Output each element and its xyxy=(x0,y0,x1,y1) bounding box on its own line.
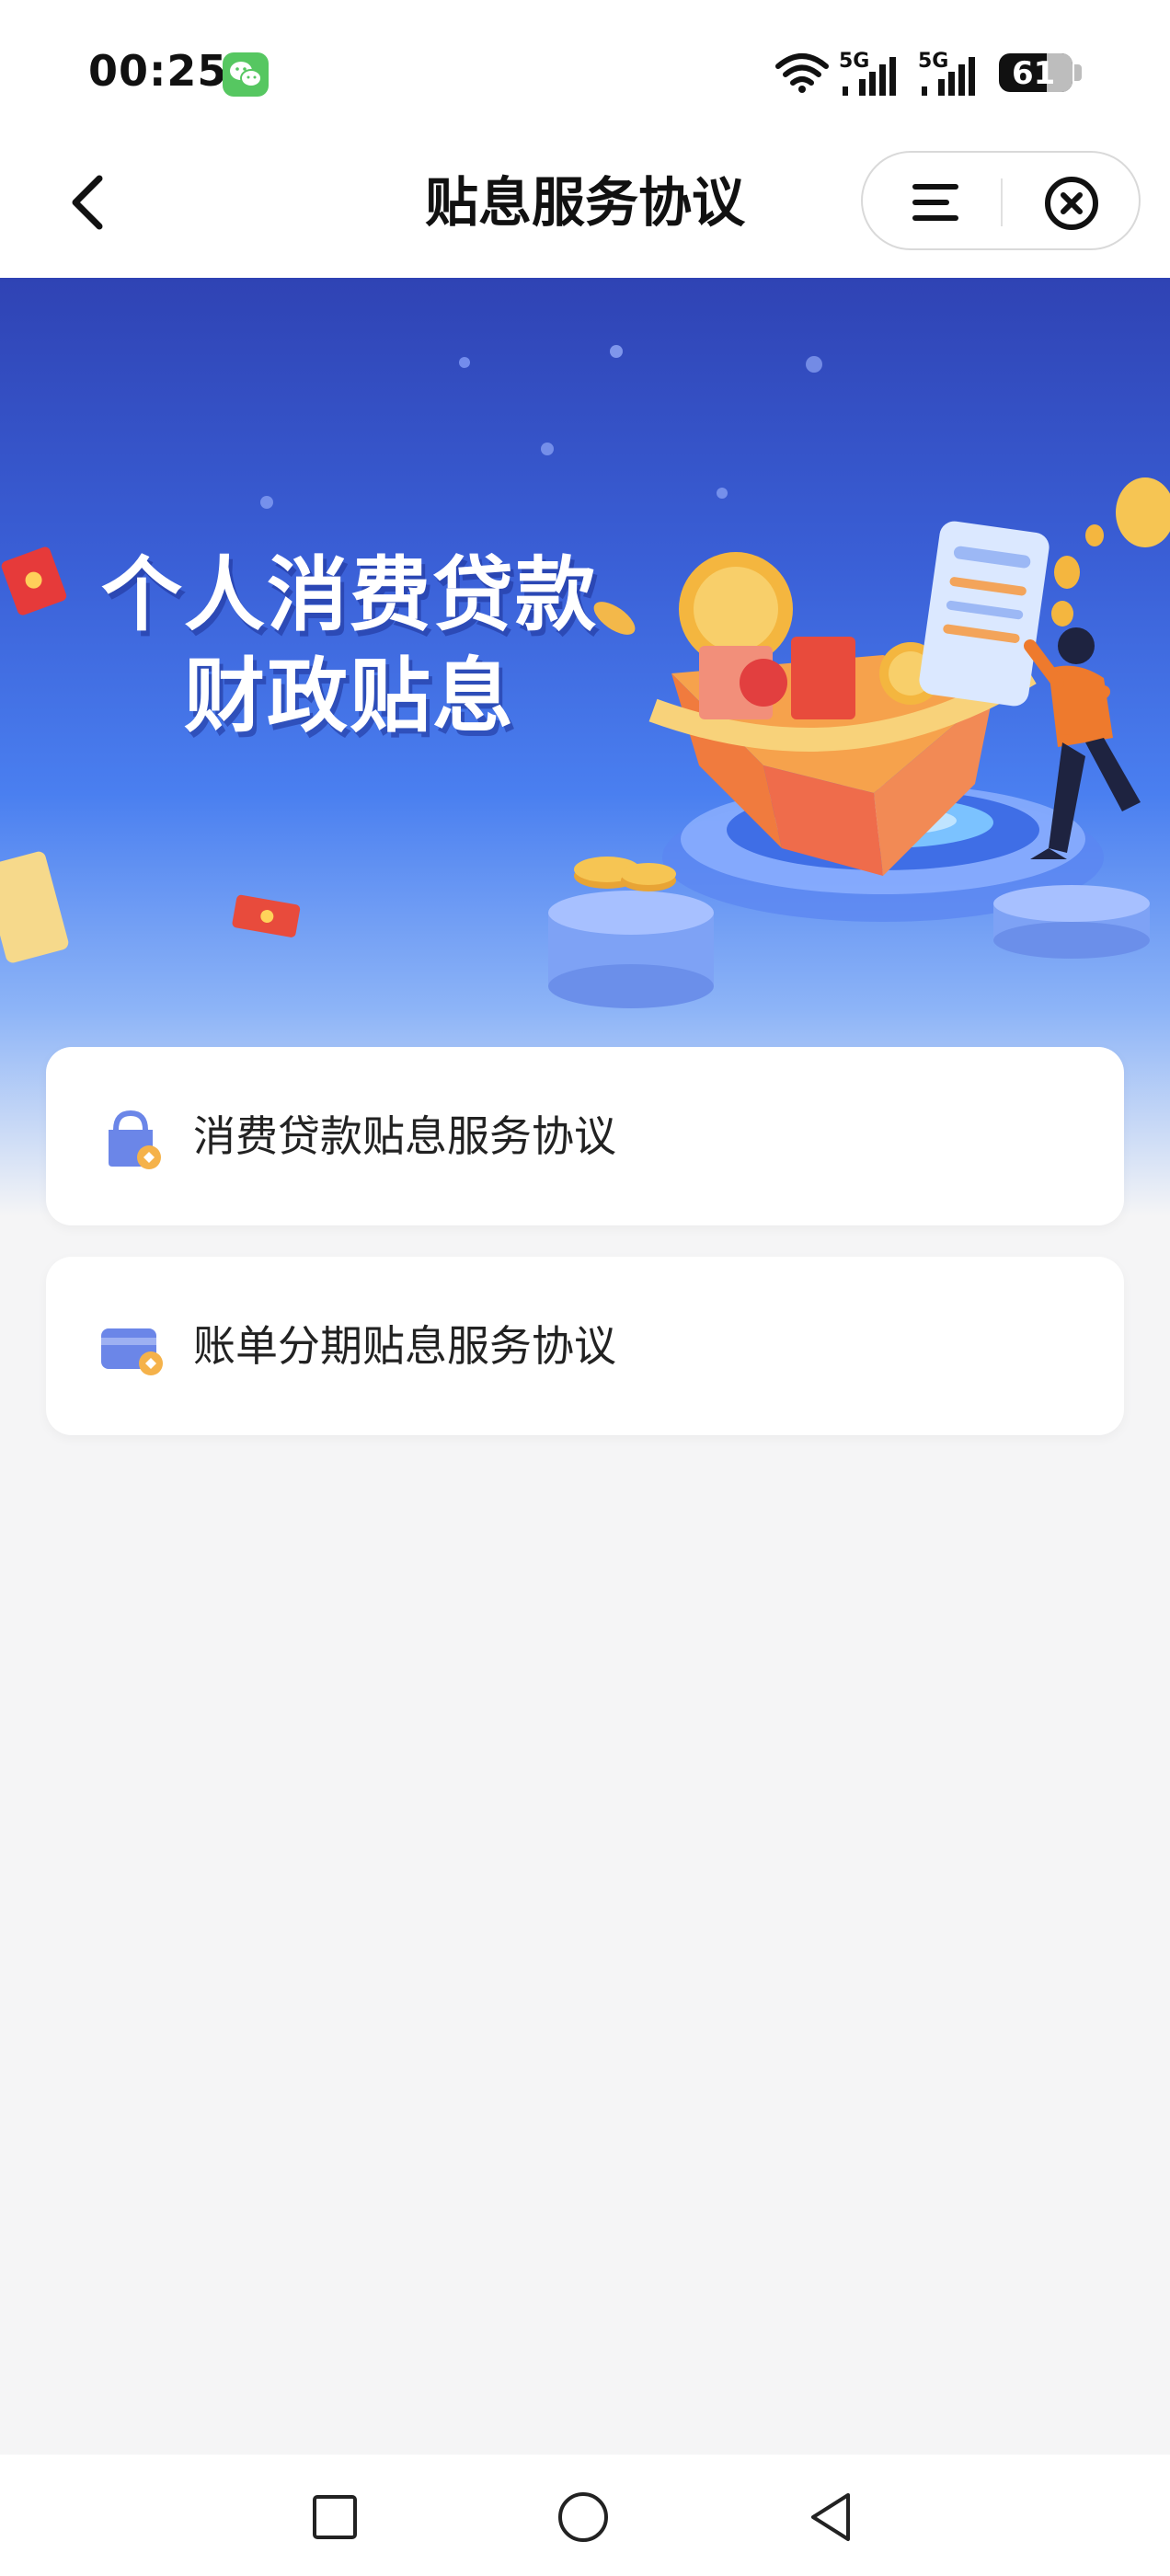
circle-icon xyxy=(558,2492,608,2542)
wechat-notification-icon xyxy=(223,52,269,97)
battery-tip xyxy=(1074,64,1082,81)
battery-icon: 61 xyxy=(999,53,1072,92)
system-back-button[interactable] xyxy=(804,2490,859,2545)
title-bar: 贴息服务协议 xyxy=(0,138,1170,278)
wifi-icon xyxy=(775,53,829,93)
close-button[interactable] xyxy=(1043,175,1100,232)
miniprogram-capsule xyxy=(861,151,1141,250)
status-time: 00:25 xyxy=(88,46,228,96)
agreement-label: 消费贷款贴息服务协议 xyxy=(193,1111,616,1161)
close-circle-icon xyxy=(1045,177,1098,230)
status-indicators: 5G 5G 61 xyxy=(774,46,1087,101)
agreement-item-consumer-loan[interactable]: 消费贷款贴息服务协议 xyxy=(46,1047,1124,1225)
bag-icon xyxy=(109,1110,161,1169)
menu-icon xyxy=(912,184,958,221)
recent-apps-button[interactable] xyxy=(307,2490,362,2545)
triangle-back-icon xyxy=(811,2493,850,2541)
square-icon xyxy=(313,2495,357,2539)
capsule-divider xyxy=(1001,178,1003,226)
system-navigation-bar xyxy=(0,2455,1170,2576)
status-bar: 00:25 5G 5G 61 xyxy=(0,0,1170,138)
menu-button[interactable] xyxy=(909,178,964,226)
home-button[interactable] xyxy=(556,2490,611,2545)
card-icon xyxy=(101,1328,163,1375)
agreement-item-bill-installment[interactable]: 账单分期贴息服务协议 xyxy=(46,1257,1124,1435)
back-button[interactable] xyxy=(55,166,129,239)
chevron-left-icon xyxy=(72,175,103,230)
battery-level: 61 xyxy=(1012,55,1056,92)
gift-box-illustration xyxy=(548,521,1150,1008)
agreement-label: 账单分期贴息服务协议 xyxy=(193,1321,616,1371)
